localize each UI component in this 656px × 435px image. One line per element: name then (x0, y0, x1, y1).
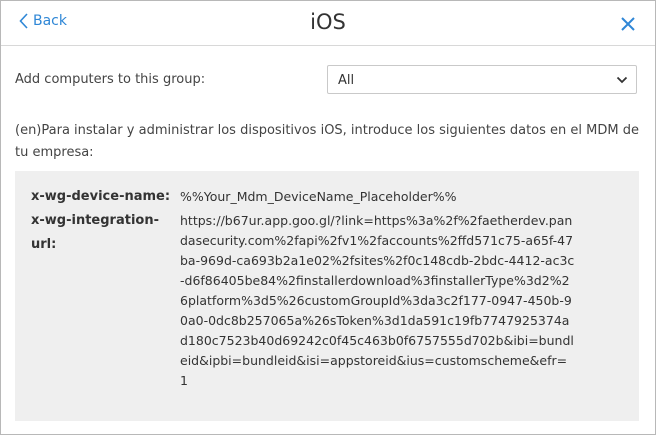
param-key-integration-url: x-wg-integration-url: (31, 213, 159, 252)
close-button[interactable] (619, 15, 637, 33)
chevron-down-icon (616, 74, 628, 86)
mdm-params-panel: x-wg-device-name: %%Your_Mdm_DeviceName_… (15, 171, 639, 421)
intro-text: (en)Para instalar y administrar los disp… (15, 123, 639, 160)
group-select-value: All (338, 73, 355, 88)
close-icon (619, 15, 637, 33)
param-key-device-name: x-wg-device-name: (31, 189, 171, 204)
ios-dialog: Back iOS Add computers to this group: Al… (0, 0, 656, 435)
param-value-device-name: %%Your_Mdm_DeviceName_Placeholder%% (180, 189, 457, 204)
dialog-title: iOS (310, 10, 346, 34)
param-value-integration-url: https://b67ur.app.goo.gl/?link=https%3a%… (180, 213, 575, 388)
group-select[interactable]: All (327, 65, 637, 94)
group-label: Add computers to this group: (15, 72, 206, 87)
dialog-header: Back iOS (1, 1, 655, 46)
